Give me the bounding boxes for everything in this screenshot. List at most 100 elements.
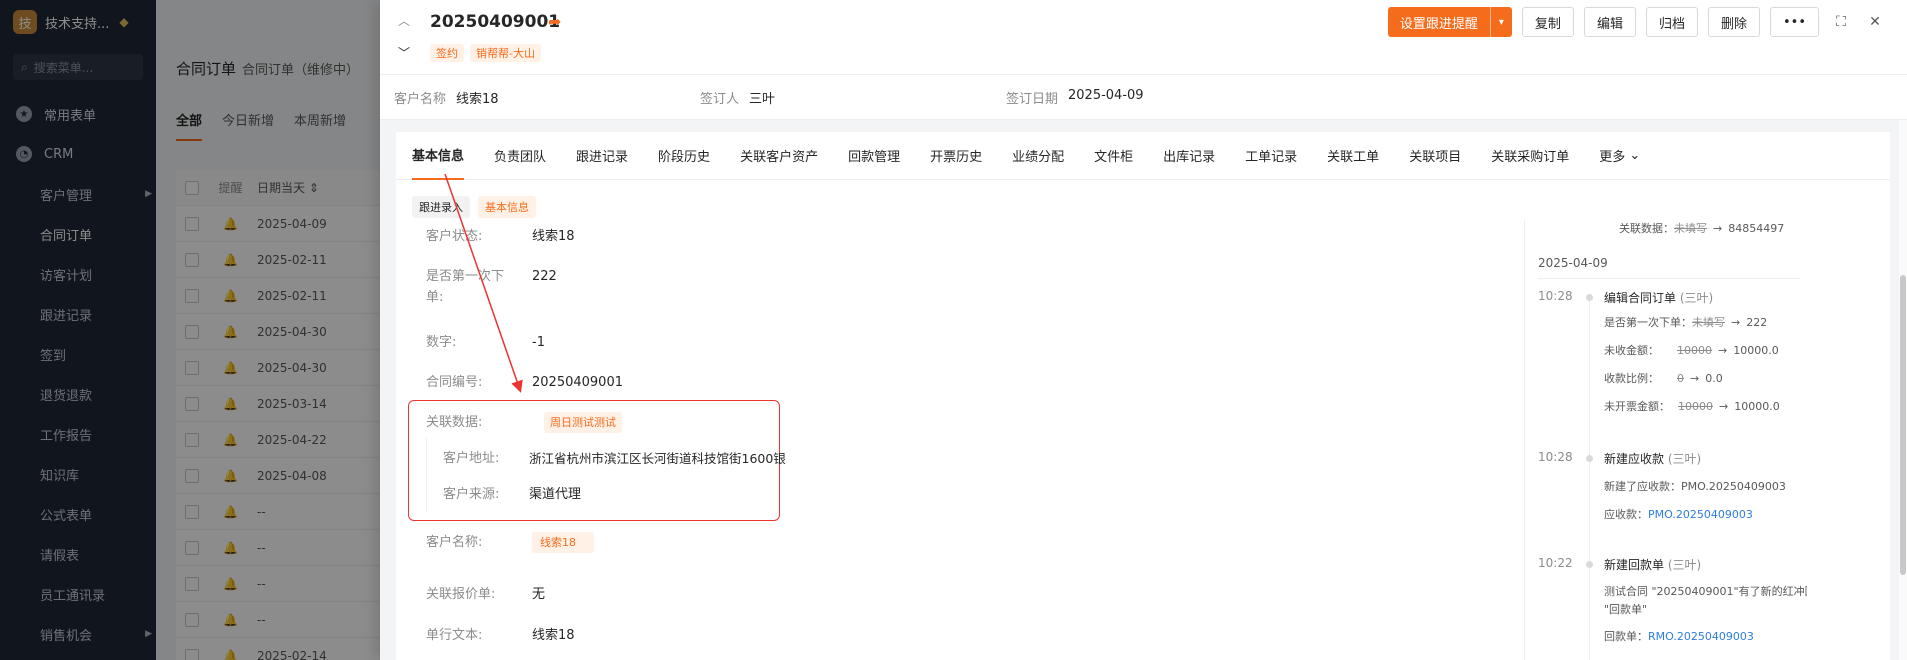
tab-performance[interactable]: 业绩分配 xyxy=(1012,132,1064,180)
field-value: 渠道代理 xyxy=(529,487,582,502)
change-old: 未填写 xyxy=(1674,222,1707,235)
tab-related-tickets[interactable]: 关联工单 xyxy=(1327,132,1379,180)
related-data-subfields xyxy=(426,438,436,512)
chevron-down-icon[interactable]: ▾ xyxy=(1489,7,1512,37)
change-old: 0 xyxy=(1677,372,1684,385)
tab-ticket-records[interactable]: 工单记录 xyxy=(1245,132,1297,180)
arrow-right-icon: → xyxy=(1713,222,1723,235)
record-tags: 签约 销帮帮-大山 xyxy=(430,44,541,62)
tab-stage-history[interactable]: 阶段历史 xyxy=(658,132,710,180)
tab-file-cabinet[interactable]: 文件柜 xyxy=(1094,132,1133,180)
field-label: 单行文本: xyxy=(426,628,483,643)
field-customer-address: 客户地址: 浙江省杭州市滨江区长河街道科技馆街1600银 xyxy=(443,448,786,469)
field-customer-name: 客户名称: 线索18 xyxy=(426,532,594,553)
entry-title-text: 新建回款单 xyxy=(1604,558,1665,572)
fullscreen-icon[interactable]: ⛶ xyxy=(1829,7,1853,37)
summary-value: 三叶 xyxy=(749,91,776,107)
next-record-icon[interactable]: ﹀ xyxy=(398,44,410,61)
timeline-dot xyxy=(1586,455,1593,462)
field-label: 客户来源: xyxy=(443,487,500,502)
field-customer-status: 客户状态: 线索18 xyxy=(426,226,575,247)
tab-more[interactable]: 更多 ⌄ xyxy=(1599,132,1640,180)
entry-title-text: 编辑合同订单 xyxy=(1604,291,1677,305)
change-new: 10000.0 xyxy=(1733,344,1779,357)
change-new: 0.0 xyxy=(1705,372,1723,385)
field-first-order: 是否第一次下单: 222 xyxy=(426,266,557,308)
tab-payment-management[interactable]: 回款管理 xyxy=(848,132,900,180)
field-value: 浙江省杭州市滨江区长河街道科技馆街1600银 xyxy=(529,451,786,466)
tab-more-label: 更多 xyxy=(1599,150,1626,165)
change-new: 84854497 xyxy=(1728,222,1785,235)
record-title: 20250409001 xyxy=(430,12,561,32)
entry-link-line: 应收款：PMO.20250409003 xyxy=(1604,506,1753,522)
delete-button[interactable]: 删除 xyxy=(1707,7,1760,37)
summary-label: 客户名称 xyxy=(394,91,447,107)
entry-author: (三叶) xyxy=(1679,291,1714,305)
field-single-text: 单行文本: 线索18 xyxy=(426,625,575,646)
change-label: 收款比例： xyxy=(1604,372,1659,385)
field-contract-no: 合同编号: 20250409001 xyxy=(426,372,623,393)
timeline-dot xyxy=(1586,561,1593,568)
tab-basic-info[interactable]: 基本信息 xyxy=(412,132,465,180)
section-tag-basic-info[interactable]: 基本信息 xyxy=(478,196,536,218)
arrow-right-icon: → xyxy=(1718,344,1728,357)
more-actions-button[interactable]: ••• xyxy=(1769,7,1819,37)
edit-button[interactable]: 编辑 xyxy=(1583,7,1636,37)
field-label: 客户名称: xyxy=(426,535,483,550)
activity-timeline: 关联数据：未填写 → 84854497 2025-04-09 10:28 编辑合同订… xyxy=(1524,220,1807,660)
set-follow-reminder-button[interactable]: 设置跟进提醒 ▾ xyxy=(1387,7,1512,37)
change-label: 未开票金额： xyxy=(1604,400,1670,413)
change-line: 未收金额： 10000 → 10000.0 xyxy=(1604,342,1779,358)
entry-title: 新建回款单 (三叶) xyxy=(1604,556,1701,573)
customer-name-link[interactable]: 线索18 xyxy=(532,532,594,553)
arrow-right-icon: → xyxy=(1690,372,1700,385)
field-value: 线索18 xyxy=(532,628,575,643)
field-number: 数字: -1 xyxy=(426,332,545,353)
field-label: 合同编号: xyxy=(426,375,483,390)
previous-record-icon[interactable]: ︿ xyxy=(398,12,410,29)
related-data-link[interactable]: 周日测试测试 xyxy=(544,412,622,433)
entry-link-line: 回款单：RMO.20250409003 xyxy=(1604,628,1754,644)
entry-title-text: 新建应收款 xyxy=(1604,452,1665,466)
copy-button[interactable]: 复制 xyxy=(1521,7,1574,37)
timeline-top-change: 关联数据：未填写 → 84854497 xyxy=(1619,220,1784,236)
summary-customer-name: 客户名称 线索18 xyxy=(394,88,700,107)
share-icon[interactable]: ➦ xyxy=(548,12,561,31)
change-line: 未开票金额： 10000 → 10000.0 xyxy=(1604,398,1780,414)
entry-time: 10:28 xyxy=(1538,450,1573,464)
summary-value: 2025-04-09 xyxy=(1068,87,1144,103)
field-value: -1 xyxy=(532,335,545,350)
scrollbar-thumb[interactable] xyxy=(1900,275,1906,575)
tab-team[interactable]: 负责团队 xyxy=(494,132,546,180)
tab-customer-assets[interactable]: 关联客户资产 xyxy=(740,132,818,180)
close-icon[interactable]: ✕ xyxy=(1863,7,1887,37)
field-related-data: 关联数据: 周日测试测试 xyxy=(426,412,622,433)
app-root: 技 技术支持... ◆ ⌕ 搜索菜单... ★ 常用表单 ◔ CRM 客户管理 ▶… xyxy=(0,0,1907,660)
change-label: 是否第一次下单： xyxy=(1604,316,1692,329)
tab-invoice-history[interactable]: 开票历史 xyxy=(930,132,982,180)
tab-follow-records[interactable]: 跟进记录 xyxy=(576,132,628,180)
field-related-quote: 关联报价单: 无 xyxy=(426,584,545,605)
tab-outbound-records[interactable]: 出库记录 xyxy=(1163,132,1215,180)
payment-link[interactable]: RMO.20250409003 xyxy=(1648,630,1754,643)
receivable-link[interactable]: PMO.20250409003 xyxy=(1648,508,1753,521)
link-label: 回款单： xyxy=(1604,630,1648,643)
field-value: 222 xyxy=(532,269,557,284)
entry-author: (三叶) xyxy=(1667,558,1702,572)
tab-related-purchase-orders[interactable]: 关联采购订单 xyxy=(1491,132,1569,180)
section-tag-follow-entry[interactable]: 跟进录入 xyxy=(412,196,470,218)
change-line: 收款比例： 0 → 0.0 xyxy=(1604,370,1723,386)
entry-time: 10:22 xyxy=(1538,556,1573,570)
chevron-down-icon: ⌄ xyxy=(1629,148,1641,163)
change-line: 是否第一次下单：未填写 → 222 xyxy=(1604,314,1767,330)
status-badge: 签约 xyxy=(430,44,464,62)
field-value: 无 xyxy=(532,587,546,602)
summary-signer: 签订人 三叶 xyxy=(700,88,1006,107)
arrow-right-icon: → xyxy=(1731,316,1741,329)
tab-related-projects[interactable]: 关联项目 xyxy=(1409,132,1461,180)
field-label: 客户状态: xyxy=(426,229,483,244)
archive-button[interactable]: 归档 xyxy=(1645,7,1698,37)
entry-title: 编辑合同订单 (三叶) xyxy=(1604,289,1713,306)
change-old: 10000 xyxy=(1678,400,1713,413)
summary-sign-date: 签订日期 2025-04-09 xyxy=(1006,88,1144,107)
